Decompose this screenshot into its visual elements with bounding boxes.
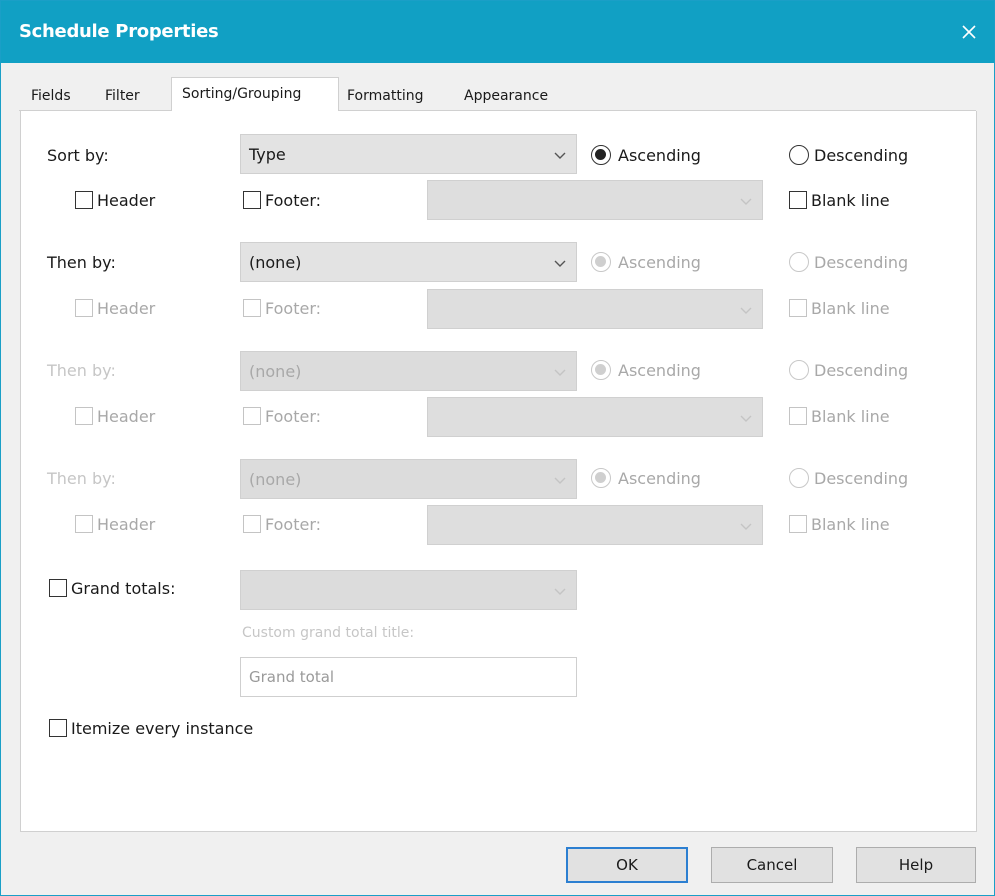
chevron-down-icon — [740, 307, 752, 314]
sort-by-ascending-label: Ascending — [618, 146, 701, 165]
schedule-properties-dialog: Schedule Properties Fields Filter Sortin… — [0, 0, 995, 896]
then-by-1-blank-line-checkbox[interactable] — [789, 299, 807, 317]
radio-selected-dot — [595, 256, 606, 267]
sort-by-value: Type — [249, 145, 286, 164]
radio-selected-dot — [595, 472, 606, 483]
chevron-down-icon — [554, 369, 566, 376]
itemize-every-instance-checkbox[interactable] — [49, 719, 67, 737]
then-by-3-ascending-radio[interactable] — [591, 468, 611, 488]
sort-by-combo[interactable]: Type — [240, 134, 577, 174]
sort-by-descending-radio[interactable] — [789, 145, 809, 165]
tab-appearance[interactable]: Appearance — [464, 83, 548, 109]
then-by-2-ascending-radio[interactable] — [591, 360, 611, 380]
then-by-1-footer-checkbox[interactable] — [243, 299, 261, 317]
chevron-down-icon — [740, 415, 752, 422]
then-by-1-footer-combo[interactable] — [427, 289, 763, 329]
then-by-2-blank-line-label: Blank line — [811, 407, 890, 426]
then-by-3-descending-radio[interactable] — [789, 468, 809, 488]
then-by-1-footer-label: Footer: — [265, 299, 322, 318]
grand-totals-label: Grand totals: — [71, 579, 176, 598]
help-button[interactable]: Help — [856, 847, 976, 883]
grand-totals-checkbox[interactable] — [49, 579, 67, 597]
grand-totals-combo[interactable] — [240, 570, 577, 610]
then-by-2-blank-line-checkbox[interactable] — [789, 407, 807, 425]
tab-formatting[interactable]: Formatting — [347, 83, 423, 109]
then-by-1-label: Then by: — [47, 253, 116, 272]
sort-by-header-label: Header — [97, 191, 156, 210]
then-by-2-descending-radio[interactable] — [789, 360, 809, 380]
then-by-2-footer-combo[interactable] — [427, 397, 763, 437]
close-button[interactable] — [944, 1, 994, 63]
then-by-1-ascending-label: Ascending — [618, 253, 701, 272]
then-by-3-blank-line-checkbox[interactable] — [789, 515, 807, 533]
then-by-2-combo[interactable]: (none) — [240, 351, 577, 391]
sort-by-descending-label: Descending — [814, 146, 909, 165]
sort-by-blank-line-label: Blank line — [811, 191, 890, 210]
then-by-1-ascending-radio[interactable] — [591, 252, 611, 272]
chevron-down-icon — [554, 588, 566, 595]
sort-by-footer-checkbox[interactable] — [243, 191, 261, 209]
then-by-3-footer-label: Footer: — [265, 515, 322, 534]
then-by-2-header-label: Header — [97, 407, 156, 426]
title-bar[interactable]: Schedule Properties — [1, 1, 994, 63]
then-by-1-header-checkbox[interactable] — [75, 299, 93, 317]
then-by-3-footer-checkbox[interactable] — [243, 515, 261, 533]
then-by-1-combo[interactable]: (none) — [240, 242, 577, 282]
radio-selected-dot — [595, 149, 606, 160]
custom-grand-total-title-value: Grand total — [249, 668, 335, 686]
sort-by-label: Sort by: — [47, 146, 109, 165]
custom-grand-total-title-field[interactable]: Grand total — [240, 657, 577, 697]
then-by-1-descending-radio[interactable] — [789, 252, 809, 272]
chevron-down-icon — [740, 523, 752, 530]
then-by-3-value: (none) — [249, 470, 302, 489]
chevron-down-icon — [554, 260, 566, 267]
itemize-every-instance-label: Itemize every instance — [71, 719, 254, 738]
cancel-button[interactable]: Cancel — [711, 847, 833, 883]
custom-grand-total-title-label: Custom grand total title: — [242, 625, 415, 641]
then-by-3-descending-label: Descending — [814, 469, 909, 488]
then-by-3-label: Then by: — [47, 469, 116, 488]
dialog-title: Schedule Properties — [19, 21, 219, 42]
then-by-3-footer-combo[interactable] — [427, 505, 763, 545]
then-by-2-footer-label: Footer: — [265, 407, 322, 426]
then-by-1-header-label: Header — [97, 299, 156, 318]
radio-selected-dot — [595, 364, 606, 375]
chevron-down-icon — [554, 477, 566, 484]
then-by-2-label: Then by: — [47, 361, 116, 380]
then-by-1-descending-label: Descending — [814, 253, 909, 272]
tab-filter[interactable]: Filter — [105, 83, 140, 109]
ok-button[interactable]: OK — [566, 847, 688, 883]
chevron-down-icon — [554, 152, 566, 159]
then-by-1-blank-line-label: Blank line — [811, 299, 890, 318]
then-by-3-ascending-label: Ascending — [618, 469, 701, 488]
sort-by-ascending-radio[interactable] — [591, 145, 611, 165]
then-by-1-value: (none) — [249, 253, 302, 272]
then-by-2-value: (none) — [249, 362, 302, 381]
tab-strip: Fields Filter Sorting/Grouping Formattin… — [1, 77, 994, 111]
sort-by-footer-combo[interactable] — [427, 180, 763, 220]
then-by-2-header-checkbox[interactable] — [75, 407, 93, 425]
tab-sorting-grouping[interactable]: Sorting/Grouping — [171, 77, 339, 111]
tab-fields[interactable]: Fields — [31, 83, 71, 109]
chevron-down-icon — [740, 198, 752, 205]
then-by-3-header-checkbox[interactable] — [75, 515, 93, 533]
close-icon — [962, 25, 976, 39]
then-by-3-combo[interactable]: (none) — [240, 459, 577, 499]
then-by-2-ascending-label: Ascending — [618, 361, 701, 380]
then-by-2-footer-checkbox[interactable] — [243, 407, 261, 425]
sort-by-blank-line-checkbox[interactable] — [789, 191, 807, 209]
then-by-3-blank-line-label: Blank line — [811, 515, 890, 534]
sort-by-footer-label: Footer: — [265, 191, 322, 210]
then-by-3-header-label: Header — [97, 515, 156, 534]
then-by-2-descending-label: Descending — [814, 361, 909, 380]
sort-by-header-checkbox[interactable] — [75, 191, 93, 209]
